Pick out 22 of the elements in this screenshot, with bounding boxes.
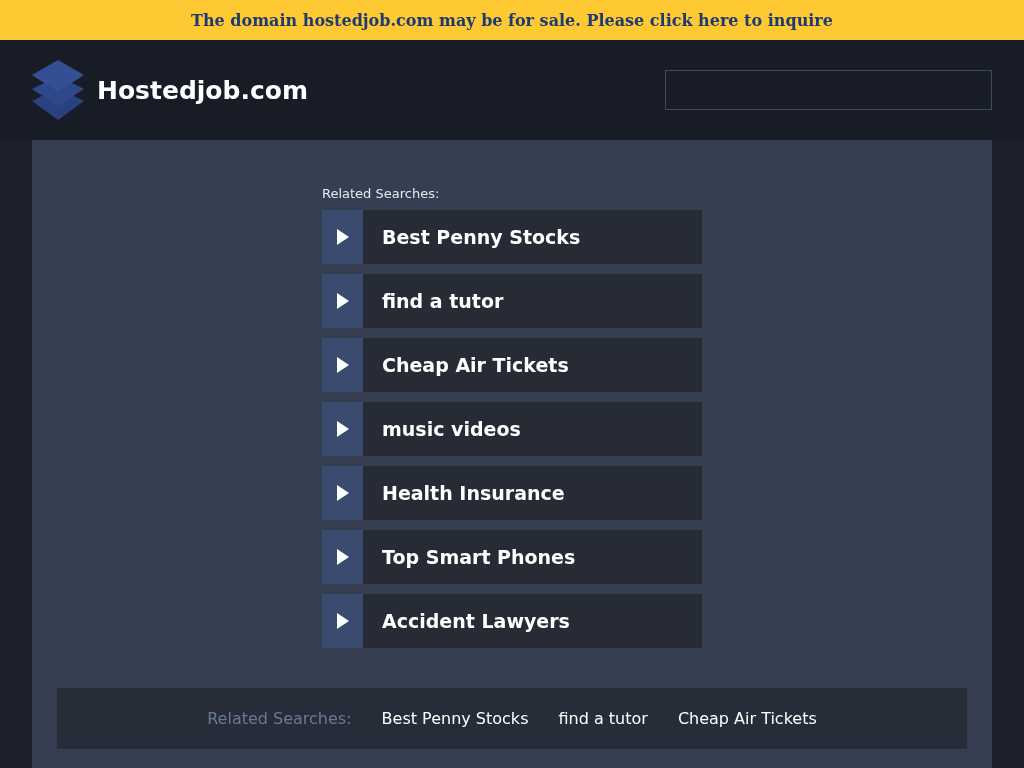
play-arrow-icon [336,485,349,501]
search-field[interactable] [665,70,992,110]
footer-search-link[interactable]: Cheap Air Tickets [677,709,817,728]
stacked-layers-icon [32,60,84,120]
related-searches-heading: Related Searches: [322,186,441,201]
play-arrow-icon [336,229,349,245]
footer-search-link[interactable]: find a tutor [558,709,648,728]
related-search-link[interactable]: Top Smart Phones [322,530,702,584]
play-arrow-icon [336,549,349,565]
related-search-link[interactable]: Health Insurance [322,466,702,520]
footer-heading: Related Searches: [207,709,352,728]
related-search-link[interactable]: Best Penny Stocks [322,210,702,264]
play-arrow-icon [336,357,349,373]
related-search-link[interactable]: music videos [322,402,702,456]
related-search-link[interactable]: Accident Lawyers [322,594,702,648]
footer-search-link[interactable]: Best Penny Stocks [381,709,529,728]
related-search-link[interactable]: Cheap Air Tickets [322,338,702,392]
related-search-link[interactable]: find a tutor [322,274,702,328]
play-arrow-icon [336,613,349,629]
play-arrow-icon [336,421,349,437]
play-arrow-icon [336,293,349,309]
site-title: Hostedjob.com [97,75,308,105]
